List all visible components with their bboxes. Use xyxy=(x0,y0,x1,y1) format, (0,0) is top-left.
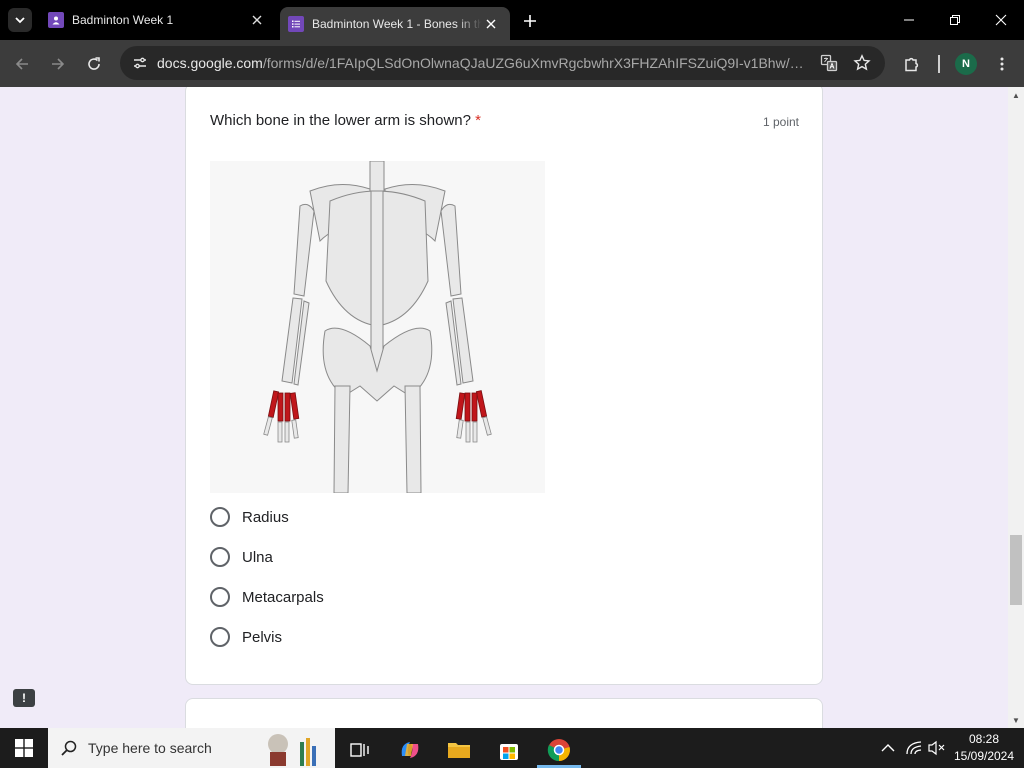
start-button[interactable] xyxy=(0,728,48,768)
option-metacarpals[interactable]: Metacarpals xyxy=(210,583,324,611)
tab-search-button[interactable] xyxy=(8,8,32,32)
site-settings-icon[interactable] xyxy=(128,51,152,75)
close-tab-icon[interactable] xyxy=(248,11,266,29)
chrome-taskbar-button[interactable] xyxy=(537,732,581,768)
minimize-button[interactable] xyxy=(894,6,924,34)
taskbar-search-box[interactable]: Type here to search xyxy=(48,728,335,768)
chevron-down-icon xyxy=(15,17,25,24)
chevron-up-icon xyxy=(881,744,895,752)
radio-button[interactable] xyxy=(210,627,230,647)
url-host: docs.google.com xyxy=(157,55,263,71)
browser-toolbar: docs.google.com/forms/d/e/1FAIpQLSdOnOlw… xyxy=(0,40,1024,87)
google-forms-icon xyxy=(48,12,64,28)
report-feedback-button[interactable]: ! xyxy=(13,689,35,707)
close-tab-icon[interactable] xyxy=(482,15,500,33)
chrome-icon xyxy=(547,739,570,762)
address-bar[interactable]: docs.google.com/forms/d/e/1FAIpQLSdOnOlw… xyxy=(120,46,885,80)
kebab-menu-icon xyxy=(1000,57,1004,71)
puzzle-icon xyxy=(905,57,919,72)
highlighted-metacarpals-right xyxy=(455,390,488,422)
microsoft-store-button[interactable] xyxy=(487,732,531,768)
task-view-icon xyxy=(350,743,369,757)
question-title: Which bone in the lower arm is shown? * xyxy=(210,112,481,129)
copilot-button[interactable] xyxy=(388,732,432,768)
radio-button[interactable] xyxy=(210,507,230,527)
highlighted-metacarpals-left xyxy=(267,390,300,422)
profile-avatar[interactable]: N xyxy=(955,53,977,75)
plus-icon xyxy=(524,15,536,27)
required-marker: * xyxy=(475,112,481,129)
search-placeholder: Type here to search xyxy=(88,740,212,756)
tab-strip: Badminton Week 1 Badminton Week 1 - Bone… xyxy=(0,0,1024,40)
restore-button[interactable] xyxy=(940,6,970,34)
system-clock[interactable]: 08:28 15/09/2024 xyxy=(950,731,1018,765)
option-label: Ulna xyxy=(242,548,273,566)
close-icon xyxy=(995,14,1007,26)
option-label: Radius xyxy=(242,508,289,526)
toolbar-divider xyxy=(938,55,940,73)
reload-button[interactable] xyxy=(80,50,108,78)
windows-logo-icon xyxy=(15,739,33,757)
url-path: /forms/d/e/1FAIpQLSdOnOlwnaQJaUZG6uXmvRg… xyxy=(262,55,809,71)
tab-title: Badminton Week 1 xyxy=(72,13,174,27)
file-explorer-button[interactable] xyxy=(437,732,481,768)
task-view-button[interactable] xyxy=(338,732,382,768)
network-icon[interactable] xyxy=(904,738,924,758)
search-icon xyxy=(61,740,77,756)
url-text: docs.google.com/forms/d/e/1FAIpQLSdOnOlw… xyxy=(157,55,809,71)
minimize-icon xyxy=(904,19,914,21)
option-label: Metacarpals xyxy=(242,588,324,606)
tab-bones-in-the-body[interactable]: Badminton Week 1 - Bones in the xyxy=(280,7,510,40)
bookmark-star-icon[interactable] xyxy=(850,51,874,75)
scroll-up-arrow-icon[interactable]: ▲ xyxy=(1008,87,1024,103)
option-pelvis[interactable]: Pelvis xyxy=(210,623,282,651)
page-scrollbar[interactable]: ▲ ▼ xyxy=(1008,87,1024,728)
clock-time: 08:28 xyxy=(968,732,1000,746)
radio-button[interactable] xyxy=(210,587,230,607)
browser-menu-button[interactable] xyxy=(988,50,1016,78)
question-card: Which bone in the lower arm is shown? * … xyxy=(185,87,823,685)
question-text: Which bone in the lower arm is shown? xyxy=(210,112,471,129)
restore-icon xyxy=(950,15,960,25)
translate-icon[interactable] xyxy=(817,51,841,75)
form-page: Which bone in the lower arm is shown? * … xyxy=(0,87,1008,728)
option-ulna[interactable]: Ulna xyxy=(210,543,273,571)
option-radius[interactable]: Radius xyxy=(210,503,289,531)
new-tab-button[interactable] xyxy=(518,9,542,33)
arrow-right-icon xyxy=(52,58,65,70)
back-button[interactable] xyxy=(8,50,36,78)
skeleton-image xyxy=(210,160,545,494)
windows-taskbar: Type here to search 08:28 15/09/2024 xyxy=(0,728,1024,768)
scrollbar-thumb[interactable] xyxy=(1010,535,1022,605)
clock-date: 15/09/2024 xyxy=(953,749,1015,763)
forward-button[interactable] xyxy=(44,50,72,78)
tab-badminton-week-1[interactable]: Badminton Week 1 xyxy=(40,0,276,40)
folder-icon xyxy=(448,743,470,758)
extensions-button[interactable] xyxy=(898,50,926,78)
tab-title: Badminton Week 1 - Bones in the xyxy=(312,16,482,31)
search-highlight-icon xyxy=(267,734,316,766)
volume-muted-icon[interactable] xyxy=(926,738,946,758)
arrow-left-icon xyxy=(15,58,28,70)
next-question-card xyxy=(185,698,823,728)
close-window-button[interactable] xyxy=(986,6,1016,34)
scroll-down-arrow-icon[interactable]: ▼ xyxy=(1008,712,1024,728)
store-icon xyxy=(500,744,518,760)
option-label: Pelvis xyxy=(242,628,283,646)
radio-button[interactable] xyxy=(210,547,230,567)
google-forms-icon xyxy=(288,15,304,32)
question-points: 1 point xyxy=(762,115,799,129)
copilot-icon xyxy=(401,742,419,758)
reload-icon xyxy=(88,57,100,70)
show-hidden-icons-button[interactable] xyxy=(878,738,898,758)
